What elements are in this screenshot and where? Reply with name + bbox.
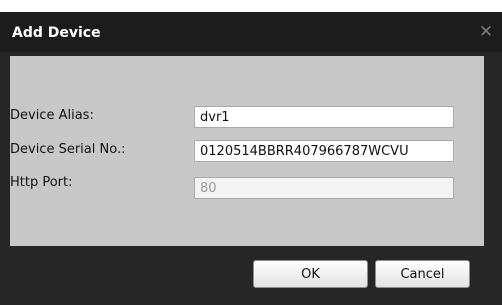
- dialog-title: Add Device: [12, 25, 101, 41]
- cancel-button[interactable]: Cancel: [375, 260, 470, 288]
- device-alias-input[interactable]: [194, 106, 454, 128]
- close-icon[interactable]: ✕: [478, 24, 494, 41]
- http-port-label: Http Port:: [10, 175, 73, 190]
- device-alias-label: Device Alias:: [10, 108, 94, 123]
- form-panel: Device Alias: Device Serial No.: Http Po…: [10, 56, 484, 246]
- http-port-input: [194, 177, 454, 199]
- device-serial-label: Device Serial No.:: [10, 142, 126, 157]
- dialog-title-bar: Add Device ✕: [0, 12, 502, 52]
- add-device-dialog: Add Device ✕ Device Alias: Device Serial…: [0, 12, 502, 305]
- ok-button[interactable]: OK: [253, 260, 368, 288]
- device-serial-input[interactable]: [194, 140, 454, 162]
